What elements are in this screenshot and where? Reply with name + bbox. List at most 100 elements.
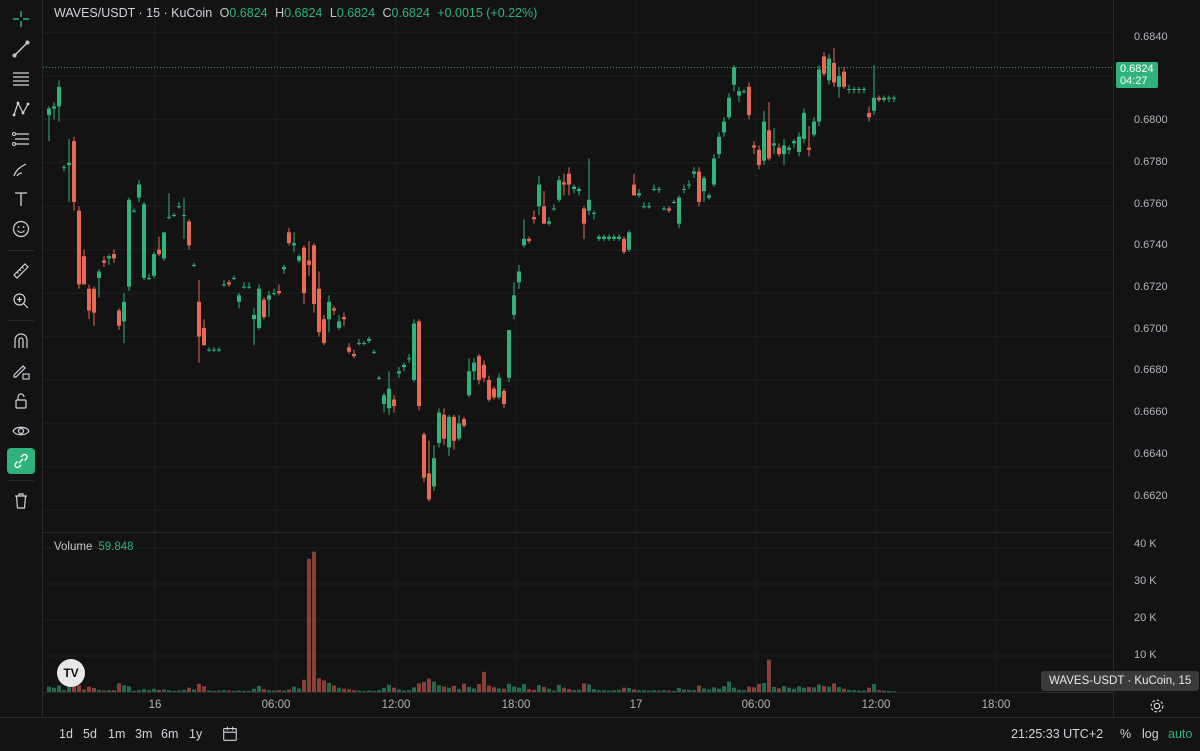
candle-body	[327, 301, 331, 320]
candle-body	[147, 277, 151, 279]
candle-body	[737, 91, 741, 96]
calendar-icon[interactable]	[221, 725, 239, 743]
range-3m-button[interactable]: 3m	[135, 727, 152, 741]
symbol-title[interactable]: WAVES/USDT · 15 · KuCoin	[54, 6, 212, 20]
candle-body	[562, 182, 566, 185]
candle-body	[162, 232, 166, 259]
volume-bar	[522, 684, 526, 692]
candle-body	[122, 301, 126, 322]
candle-body	[87, 288, 91, 311]
ruler-icon[interactable]	[7, 258, 35, 284]
gear-icon[interactable]	[1148, 697, 1166, 715]
range-1y-button[interactable]: 1y	[189, 727, 202, 741]
timezone-clock[interactable]: 21:25:33 UTC+2	[1011, 727, 1103, 741]
candle-body	[717, 136, 721, 155]
trend-line-icon[interactable]	[7, 36, 35, 62]
range-5d-button[interactable]: 5d	[83, 727, 97, 741]
percent-scale-button[interactable]: %	[1120, 727, 1131, 741]
volume-bar	[422, 681, 426, 692]
tradingview-logo[interactable]: TV	[57, 659, 85, 687]
emoji-icon[interactable]	[7, 216, 35, 242]
candle-body	[477, 356, 481, 380]
candle-body	[337, 321, 341, 328]
time-label: 06:00	[261, 699, 291, 711]
candle-body	[527, 238, 531, 242]
candle-body	[132, 210, 136, 212]
range-1d-button[interactable]: 1d	[59, 727, 73, 741]
last-price-value: 0.6824	[1120, 63, 1154, 75]
link-icon[interactable]	[7, 448, 35, 474]
candle-body	[627, 232, 631, 250]
candle-body	[342, 317, 346, 320]
candle-body	[127, 199, 131, 287]
volume-bar	[557, 684, 561, 692]
volume-bar	[117, 683, 121, 692]
candle-body	[812, 121, 816, 135]
candle-body	[157, 249, 161, 255]
volume-bar	[122, 685, 126, 692]
volume-bar	[872, 684, 876, 692]
crosshair-icon[interactable]	[7, 6, 35, 32]
candle-body	[52, 106, 56, 109]
candle-body	[482, 364, 486, 378]
candle-body	[442, 414, 446, 439]
candle-body	[592, 212, 596, 214]
price-tick: 0.6740	[1134, 239, 1168, 251]
candle-body	[257, 288, 261, 328]
volume-bar	[757, 684, 761, 692]
price-scale[interactable]: 0.6840 0.6800 0.6780 0.6760 0.6740 0.672…	[1113, 0, 1200, 717]
auto-scale-button[interactable]: auto	[1168, 727, 1192, 741]
range-1m-button[interactable]: 1m	[108, 727, 125, 741]
candle-body	[267, 295, 271, 300]
time-axis-border	[43, 692, 1200, 693]
volume-label[interactable]: Volume	[54, 541, 92, 553]
candle-body	[417, 321, 421, 407]
candlestick-chart[interactable]	[43, 0, 1113, 717]
volume-bar	[727, 681, 731, 692]
pattern-icon[interactable]	[7, 96, 35, 122]
candle-body	[607, 236, 611, 239]
volume-tick: 10 K	[1134, 649, 1157, 661]
candle-body	[197, 301, 201, 337]
candle-body	[647, 206, 651, 208]
candle-body	[437, 412, 441, 443]
magnet-icon[interactable]	[7, 328, 35, 354]
trash-icon[interactable]	[7, 488, 35, 514]
brush-icon[interactable]	[7, 156, 35, 182]
candle-body	[577, 188, 581, 192]
candle-body	[887, 97, 891, 99]
candle-body	[227, 282, 231, 285]
candle-body	[862, 89, 866, 91]
candle-body	[532, 217, 536, 220]
text-icon[interactable]	[7, 186, 35, 212]
fib-icon[interactable]	[7, 66, 35, 92]
chart-pane[interactable]	[43, 0, 1113, 717]
log-scale-button[interactable]: log	[1142, 727, 1159, 741]
candle-body	[487, 380, 491, 400]
candle-body	[262, 299, 266, 318]
candle-body	[277, 290, 281, 294]
candle-body	[332, 308, 336, 311]
candle-body	[222, 284, 226, 286]
price-tick: 0.6700	[1134, 323, 1168, 335]
projection-icon[interactable]	[7, 126, 35, 152]
candle-body	[752, 145, 756, 148]
candle-body	[92, 288, 96, 313]
candle-body	[742, 91, 746, 93]
candle-body	[212, 349, 216, 351]
candle-body	[137, 184, 141, 198]
candle-body	[612, 236, 616, 239]
price-tick: 0.6840	[1134, 31, 1168, 43]
range-6m-button[interactable]: 6m	[161, 727, 178, 741]
lock-icon[interactable]	[7, 388, 35, 414]
zoom-icon[interactable]	[7, 288, 35, 314]
eye-icon[interactable]	[7, 418, 35, 444]
pane-separator[interactable]	[43, 532, 1200, 533]
time-label: 12:00	[381, 699, 411, 711]
candle-body	[697, 171, 701, 202]
candle-body	[827, 58, 831, 81]
candle-body	[367, 338, 371, 341]
candle-body	[757, 149, 761, 166]
lock-draw-icon[interactable]	[7, 358, 35, 384]
candle-body	[192, 264, 196, 266]
